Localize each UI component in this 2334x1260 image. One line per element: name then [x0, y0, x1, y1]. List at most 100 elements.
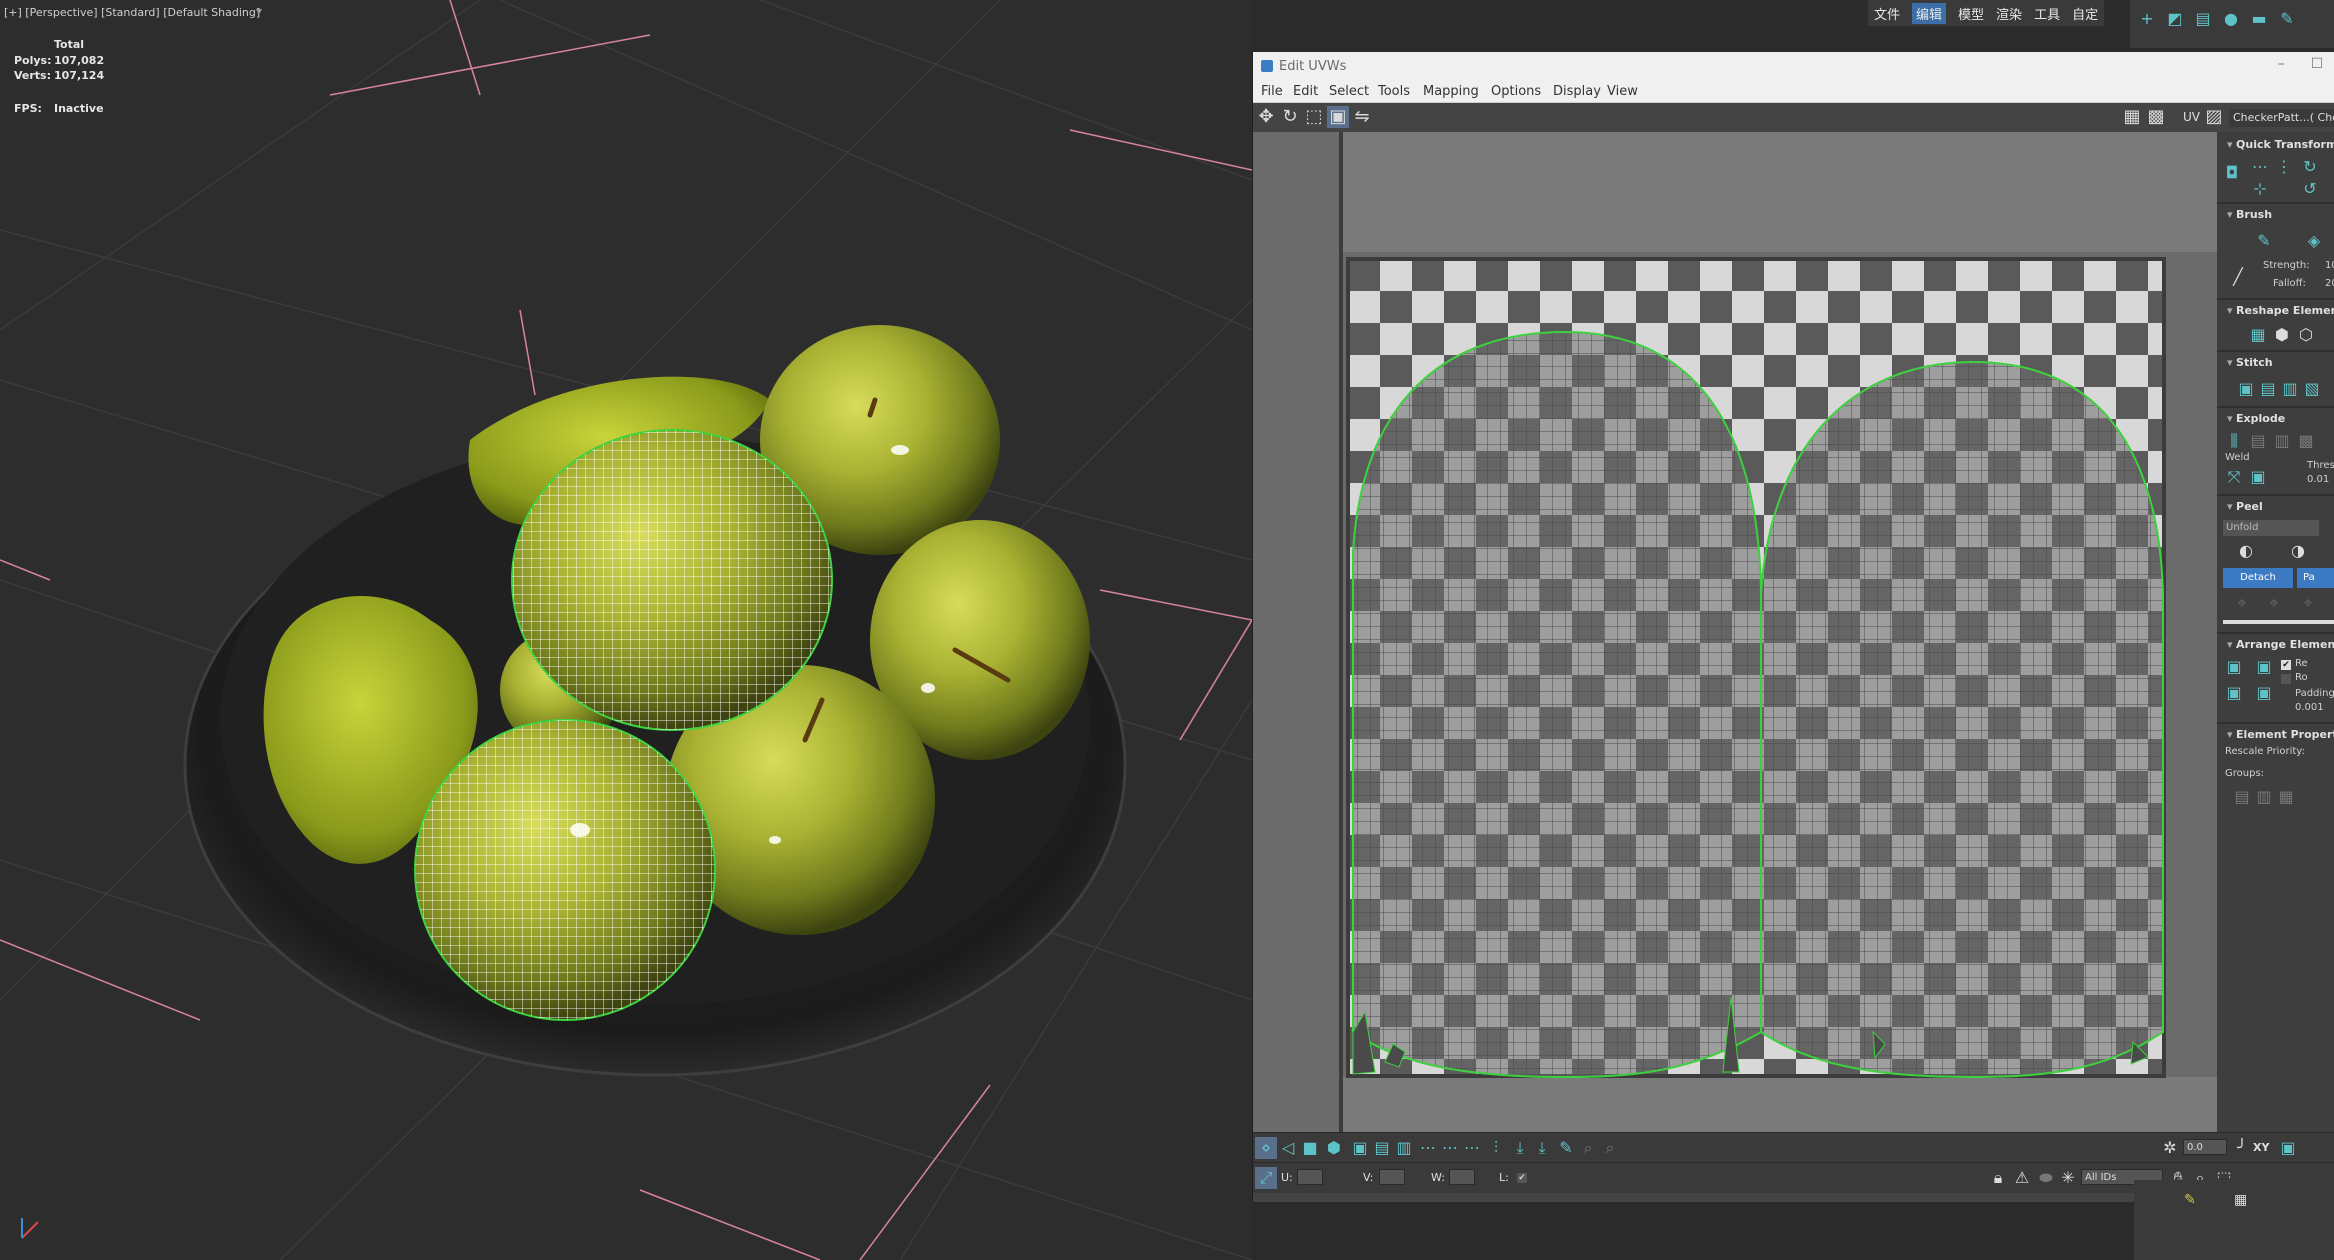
stitch-custom-icon[interactable]: ▣ [2235, 378, 2257, 400]
perspective-viewport[interactable]: [+] [Perspective] [Standard] [Default Sh… [0, 0, 1252, 1260]
menu-model[interactable]: 模型 [1958, 4, 1984, 23]
polygon-mode-icon[interactable]: ■ [1299, 1137, 1321, 1159]
v-field[interactable] [1379, 1169, 1405, 1185]
unfold-dropdown[interactable]: Unfold [2223, 520, 2319, 536]
weld-selected-icon[interactable]: ⤧ [2223, 466, 2245, 488]
uvw-menu-edit[interactable]: Edit [1293, 84, 1318, 99]
grid-toggle-icon[interactable]: ▩ [2145, 106, 2167, 128]
arrange-elements-title[interactable]: Arrange Elements [2227, 638, 2334, 651]
filter-icon[interactable]: ▾ [256, 5, 266, 17]
explode-by-material-icon[interactable]: ▥ [2271, 430, 2293, 452]
xy-label[interactable]: XY [2253, 1141, 2269, 1154]
weld-target-icon[interactable]: ▣ [2247, 466, 2269, 488]
paint-select-shrink-icon[interactable]: ⤓ [1531, 1137, 1553, 1159]
soft-select-falloff-icon[interactable]: ⌕ [1599, 1137, 1621, 1159]
edge-mode-icon[interactable]: ◁ [1277, 1137, 1299, 1159]
stitch-average-icon[interactable]: ▥ [2279, 378, 2301, 400]
angle-field[interactable]: 0.0 [2183, 1139, 2227, 1155]
scale-icon[interactable]: ⬚ [1303, 106, 1325, 128]
pack-together-icon[interactable]: ▣ [2253, 656, 2275, 678]
pack-button[interactable]: Pa [2297, 568, 2334, 588]
point-to-point-icon[interactable]: ⫶ [1485, 1137, 1507, 1159]
uvw-menu-select[interactable]: Select [1329, 84, 1369, 99]
rotate-cw-icon[interactable]: ↻ [2299, 156, 2321, 178]
group-remove-icon[interactable]: ▦ [2275, 786, 2297, 808]
rotation-icon[interactable]: ✲ [2159, 1137, 2181, 1159]
menu-render[interactable]: 渲染 [1996, 4, 2022, 23]
align-horizontal-icon[interactable]: ⋯ [2249, 156, 2271, 178]
menu-customize[interactable]: 自定 [2072, 4, 2098, 23]
pack-spread-icon[interactable]: ▣ [2253, 682, 2275, 704]
modify-tab-icon[interactable]: ◩ [2166, 10, 2184, 28]
uvw-menu-options[interactable]: Options [1491, 84, 1541, 99]
pin-icon[interactable]: ⌖ [2231, 592, 2253, 614]
quick-peel-icon[interactable]: ◐ [2235, 540, 2257, 562]
lock-checkbox[interactable]: ✔ [1517, 1173, 1527, 1183]
quick-transform-title[interactable]: Quick Transform [2227, 138, 2334, 151]
rotate-checkbox[interactable] [2281, 674, 2291, 684]
peel-title[interactable]: Peel [2227, 500, 2263, 513]
checker-toggle-icon[interactable]: ▦ [2121, 106, 2143, 128]
relax-icon[interactable]: ⬢ [2271, 324, 2293, 346]
w-field[interactable] [1449, 1169, 1475, 1185]
menu-tools[interactable]: 工具 [2034, 4, 2060, 23]
hierarchy-tab-icon[interactable]: ▤ [2194, 10, 2212, 28]
edge-ring-icon[interactable]: ⋯ [1439, 1137, 1461, 1159]
move-icon[interactable]: ✥ [1255, 106, 1277, 128]
uvw-menu-view[interactable]: View [1607, 84, 1638, 99]
menu-file[interactable]: 文件 [1874, 4, 1900, 23]
thresh-value[interactable]: 0.01 [2307, 474, 2329, 485]
vertex-mode-icon[interactable]: ⋄ [1255, 1137, 1277, 1159]
select-by-element-icon[interactable]: ▣ [1349, 1137, 1371, 1159]
uvw-menu-mapping[interactable]: Mapping [1423, 84, 1479, 99]
break-icon[interactable]: ⫼ [2223, 430, 2245, 452]
edge-loop-icon[interactable]: ⋯ [1417, 1137, 1439, 1159]
explode-by-angle-icon[interactable]: ▩ [2295, 430, 2317, 452]
create-tab-icon[interactable]: + [2138, 10, 2156, 28]
group-select-icon[interactable]: ▤ [2231, 786, 2253, 808]
uvw-menu-file[interactable]: File [1261, 84, 1283, 99]
brush-select-icon[interactable]: ✎ [1555, 1137, 1577, 1159]
padding-value[interactable]: 0.001 [2295, 702, 2324, 713]
element-mode-icon[interactable]: ⬢ [1323, 1137, 1345, 1159]
soft-select-icon[interactable]: ⌕ [1577, 1137, 1599, 1159]
viewport-label[interactable]: [+] [Perspective] [Standard] [Default Sh… [4, 6, 260, 19]
straighten-icon[interactable]: ▦ [2247, 324, 2269, 346]
freeze-icon[interactable]: ⬬ [2035, 1167, 2057, 1189]
stitch-title[interactable]: Stitch [2227, 356, 2273, 369]
explode-by-smooth-icon[interactable]: ▤ [2247, 430, 2269, 452]
lock-icon[interactable]: 🔒︎ [1987, 1167, 2009, 1189]
mirror-icon[interactable]: ⇋ [1351, 106, 1373, 128]
falloff-value[interactable]: 20 [2325, 278, 2334, 289]
motion-tab-icon[interactable]: ● [2222, 10, 2240, 28]
u-field[interactable] [1297, 1169, 1323, 1185]
curve-icon[interactable]: ╯ [2231, 1137, 2253, 1159]
rotate-icon[interactable]: ↻ [1279, 106, 1301, 128]
uv-editor-canvas[interactable] [1253, 132, 2217, 1132]
cube-icon[interactable]: ⬡ [2295, 324, 2317, 346]
paint-select-icon[interactable]: ⤓ [1509, 1137, 1531, 1159]
align-vertical-icon[interactable]: ⋮ [2273, 156, 2295, 178]
shrink-selection-icon[interactable]: ▥ [1393, 1137, 1415, 1159]
grow-selection-icon[interactable]: ▤ [1371, 1137, 1393, 1159]
uvw-title-bar[interactable]: Edit UVWs – ☐ [1253, 52, 2334, 82]
pin-stack-icon[interactable]: ✎ [2184, 1192, 2202, 1210]
align-to-edge-icon[interactable]: ◘ [2221, 162, 2243, 184]
detach-button[interactable]: Detach [2223, 568, 2293, 588]
strength-value[interactable]: 10 [2325, 260, 2334, 271]
brush-title[interactable]: Brush [2227, 208, 2272, 221]
maximize-icon[interactable]: ☐ [2307, 56, 2327, 76]
uv-mode-icon[interactable]: ▣ [2277, 1137, 2299, 1159]
stitch-target-icon[interactable]: ▧ [2301, 378, 2323, 400]
hide-icon[interactable]: ⚠ [2011, 1167, 2033, 1189]
rescale-checkbox[interactable]: ✔ [2281, 660, 2291, 670]
configure-icon[interactable]: ▦ [2234, 1192, 2252, 1210]
uvw-menu-tools[interactable]: Tools [1378, 84, 1410, 99]
utilities-tab-icon[interactable]: ✎ [2278, 10, 2296, 28]
texture-dropdown[interactable]: CheckerPatt...( Chec [2229, 109, 2334, 127]
reshape-elements-title[interactable]: Reshape Elements [2227, 304, 2334, 317]
peel-mode-icon[interactable]: ◑ [2287, 540, 2309, 562]
edge-grow-icon[interactable]: ⋯ [1461, 1137, 1483, 1159]
snap-icon[interactable]: ✳ [2057, 1167, 2079, 1189]
explode-title[interactable]: Explode [2227, 412, 2285, 425]
